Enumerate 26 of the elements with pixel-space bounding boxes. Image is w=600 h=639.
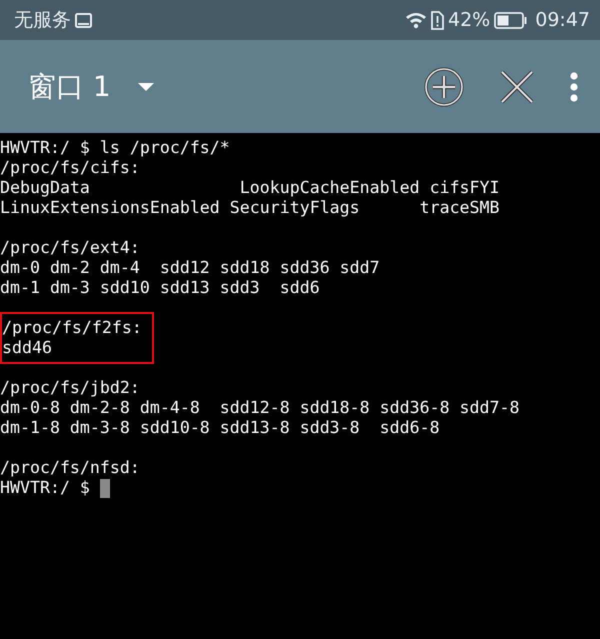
terminal-line: LinuxExtensionsEnabled SecurityFlags traceSMB	[0, 198, 500, 218]
terminal-line: /proc/fs/nfsd:	[0, 458, 140, 478]
terminal-line: HWVTR:/ $ ls /proc/fs/*	[0, 138, 231, 158]
terminal-line: sdd46	[2, 338, 53, 358]
close-icon[interactable]	[500, 70, 534, 104]
terminal-line: dm-1-8 dm-3-8 sdd10-8 sdd13-8 sdd3-8 sdd6-8	[0, 418, 441, 438]
battery-icon	[494, 12, 528, 28]
terminal-line: /proc/fs/ext4:	[0, 238, 141, 258]
terminal-line: /proc/fs/jbd2:	[0, 378, 141, 398]
terminal-line: /proc/fs/f2fs:	[2, 318, 142, 338]
terminal-line: dm-0 dm-2 dm-4 sdd12 sdd18 sdd36 sdd7	[0, 258, 380, 278]
wifi-icon	[405, 11, 427, 29]
window-selector[interactable]: 窗口 1	[28, 68, 111, 106]
clock-time: 09:47	[535, 9, 590, 31]
terminal-line: dm-0-8 dm-2-8 dm-4-8 sdd12-8 sdd18-8 sdd36-8 sdd7-8	[0, 398, 520, 418]
more-menu-icon[interactable]	[570, 72, 578, 102]
terminal-icon	[75, 12, 92, 28]
dropdown-caret-icon[interactable]	[136, 82, 155, 92]
sim-alert-icon	[431, 10, 444, 30]
terminal-line: /proc/fs/cifs:	[0, 158, 141, 178]
terminal-prompt: HWVTR:/ $	[0, 478, 90, 498]
terminal-line: dm-1 dm-3 sdd10 sdd13 sdd3 sdd6	[0, 278, 321, 298]
battery-percent: 42%	[448, 9, 490, 31]
carrier-text: 无服务	[14, 8, 71, 33]
add-icon[interactable]	[424, 66, 464, 106]
terminal-line: DebugData LookupCacheEnabled cifsFYI	[0, 178, 500, 198]
